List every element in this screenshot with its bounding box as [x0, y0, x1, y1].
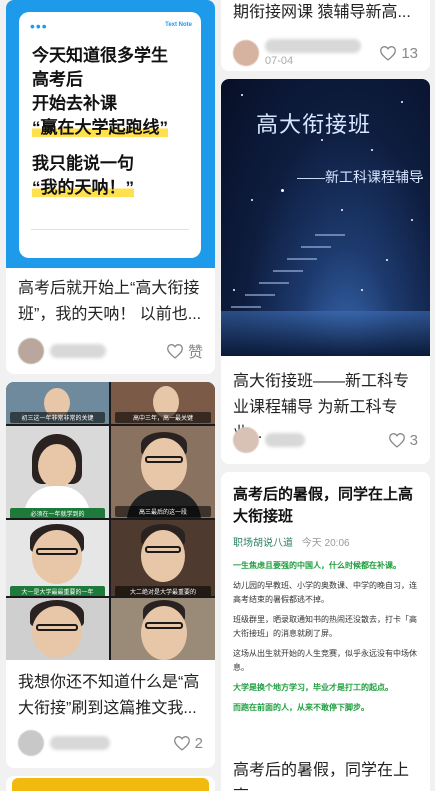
article-paragraph: 这场从出生就开始的人生竞赛，似乎永远没有中场休息。 — [233, 649, 417, 672]
heart-icon — [173, 736, 190, 751]
card-cover-image: 初三这一年非常非常的关键 高中三年，高一最关键 必须在一年就学到的 高三最后的这… — [6, 382, 215, 660]
card-meta: 赞 — [6, 334, 215, 368]
like-button[interactable]: 赞 — [166, 341, 203, 362]
author-name-blurred[interactable] — [50, 344, 106, 358]
avatar[interactable] — [233, 427, 259, 453]
video-caption: 高三最后的这一段 — [115, 506, 211, 517]
feed-card[interactable]: ••• Text Note 今天知道很多学生 高考后 开始去补课 “赢在大学起跑… — [6, 0, 215, 374]
like-count: 13 — [401, 44, 418, 62]
article-headline: 高考后的暑假，同学在上高大衔接班 — [233, 486, 414, 525]
avatar[interactable] — [18, 730, 44, 756]
heart-icon — [388, 433, 405, 448]
author-name-blurred[interactable] — [265, 433, 305, 447]
dots-icon: ••• — [30, 18, 48, 34]
cover-line: “我的天呐！” — [32, 178, 134, 197]
feed-card[interactable]: 高考后的暑假，同学在上高大衔接班 职场胡说八道 今天 20:06 一生焦虑且要强… — [221, 472, 430, 791]
card-cover-image: 高大衔接班 ——新工科课程辅导 — [221, 79, 430, 356]
card-title[interactable]: 高考后的暑假，同学在上高 — [221, 758, 430, 791]
cover-title: 高大衔接班 — [256, 112, 372, 137]
like-count: 2 — [194, 734, 203, 752]
like-button[interactable]: 13 — [379, 45, 418, 62]
card-title[interactable]: 期衔接网课 猿辅导新高... — [221, 0, 423, 26]
article-paragraph: 大学是换个地方学习，毕业才是打工的起点。 — [233, 683, 393, 692]
card-title[interactable]: 高考后就开始上“高大衔接班”，我的天呐！ 以前也... — [6, 276, 215, 328]
video-caption: 必须在一年就学到的 — [10, 508, 105, 518]
article-paragraph: 幼儿园的早教班、小学的奥数课、中学的晚自习，连高考结束的暑假都逃不掉。 — [233, 581, 417, 604]
video-caption: 大一是大学最最重要的一年 — [10, 586, 105, 596]
article-time: 今天 20:06 — [301, 538, 350, 549]
author-name-blurred[interactable] — [50, 736, 110, 750]
feed-card[interactable]: 初三这一年非常非常的关键 高中三年，高一最关键 必须在一年就学到的 高三最后的这… — [6, 382, 215, 768]
like-count: 3 — [409, 431, 418, 449]
note-tag: Text Note — [165, 22, 192, 28]
author-name-blurred[interactable] — [265, 39, 361, 53]
cover-line: 开始去补课 — [32, 94, 117, 113]
card-cover-image — [12, 778, 209, 791]
card-meta: 3 — [221, 423, 430, 457]
card-cover-image: 高考后的暑假，同学在上高大衔接班 职场胡说八道 今天 20:06 一生焦虑且要强… — [221, 472, 430, 747]
heart-icon — [380, 46, 397, 61]
stairs-graphic — [231, 234, 345, 308]
post-date: 07-04 — [265, 55, 294, 67]
card-title[interactable]: 我想你还不知道什么是“高大衔接”刷到这篇推文我... — [6, 670, 215, 722]
cover-subtitle: ——新工科课程辅导 — [297, 169, 423, 185]
video-caption: 大二绝对是大学最重要的 — [115, 586, 211, 596]
card-cover-image: ••• Text Note 今天知道很多学生 高考后 开始去补课 “赢在大学起跑… — [6, 0, 215, 268]
article-source: 职场胡说八道 — [233, 538, 293, 549]
card-meta: 2 — [6, 726, 215, 760]
feed-card[interactable]: 期衔接网课 猿辅导新高... 07-04 13 — [221, 0, 430, 71]
like-label: 赞 — [187, 343, 203, 361]
cover-line: 高考后 — [32, 70, 83, 89]
cover-line: “赢在大学起跑线” — [32, 118, 168, 137]
avatar[interactable] — [233, 40, 259, 66]
like-button[interactable]: 2 — [173, 735, 203, 752]
avatar[interactable] — [18, 338, 44, 364]
cover-line: 我只能说一句 — [32, 154, 134, 173]
feed-card[interactable]: 高大衔接班 ——新工科课程辅导 高大衔接班——新工科专业课程辅导 为新工科专 .… — [221, 79, 430, 464]
heart-icon — [167, 344, 183, 359]
article-paragraph: 而跑在前面的人，从来不敢停下脚步。 — [233, 703, 369, 712]
card-meta: 07-04 13 — [221, 36, 430, 70]
cover-text: 今天知道很多学生 高考后 开始去补课 “赢在大学起跑线” 我只能说一句 “我的天… — [32, 44, 200, 200]
video-caption: 初三这一年非常非常的关键 — [10, 412, 105, 423]
feed-card[interactable] — [6, 776, 215, 791]
article-paragraph: 一生焦虑且要强的中国人，什么时候都在补课。 — [233, 561, 401, 570]
like-button[interactable]: 3 — [388, 432, 418, 449]
cover-line: 今天知道很多学生 — [32, 46, 168, 65]
video-caption: 高中三年，高一最关键 — [115, 412, 211, 423]
article-paragraph: 班级群里，晒录取通知书的热闹还没散去，打卡「高大衔接班」的消息就刷了屏。 — [233, 615, 417, 638]
